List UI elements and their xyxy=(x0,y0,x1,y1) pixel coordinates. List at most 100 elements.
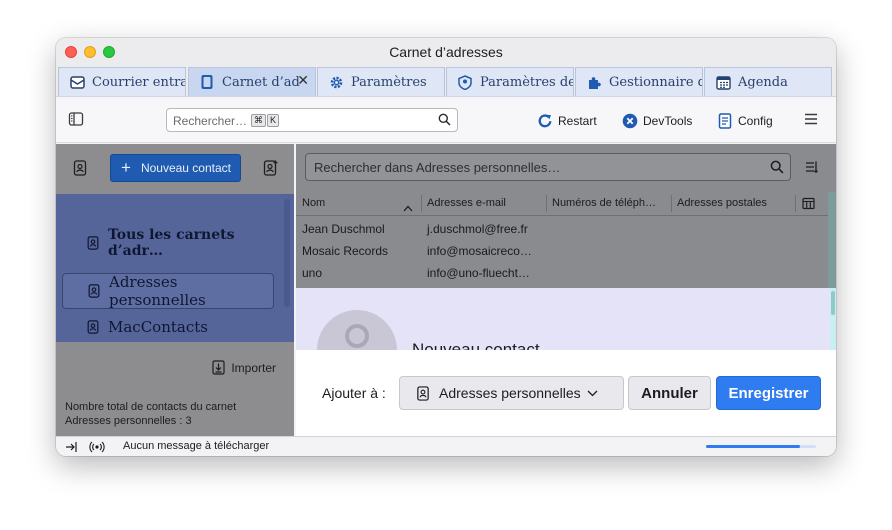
add-to-label: Ajouter à : xyxy=(322,385,386,401)
tab-label: Carnet d’ad xyxy=(222,74,300,90)
contacts-search-input[interactable]: Rechercher dans Adresses personnelles… xyxy=(305,153,791,181)
main-toolbar: Rechercher… ⌘ K Restart DevTools Config xyxy=(56,98,836,143)
devtools-button[interactable]: DevTools xyxy=(622,111,692,131)
contact-name: Mosaic Records xyxy=(302,244,389,258)
tab-settings[interactable]: Paramètres xyxy=(317,67,445,96)
address-book-icon xyxy=(88,284,100,298)
tab-label: Paramètres xyxy=(351,74,427,90)
book-item-personal[interactable]: Adresses personnelles xyxy=(62,273,274,309)
table-row[interactable]: Mosaic Records info@mosaicreco… xyxy=(296,240,836,262)
book-item-label: Adresses personnelles xyxy=(109,273,206,309)
address-book-select-value: Adresses personnelles xyxy=(439,385,581,401)
restart-button[interactable]: Restart xyxy=(537,111,597,131)
address-book-icon xyxy=(199,74,215,90)
column-divider xyxy=(671,195,672,212)
document-icon xyxy=(717,113,733,129)
progress-bar xyxy=(706,445,816,448)
sidebar-toggle-icon[interactable] xyxy=(68,111,84,132)
contact-email: info@mosaicreco… xyxy=(427,244,532,258)
column-header-address[interactable]: Adresses postales xyxy=(677,197,767,209)
restart-label: Restart xyxy=(558,114,597,128)
column-header-name[interactable]: Nom xyxy=(302,197,325,209)
tab-label: Gestionnaire d xyxy=(609,74,702,90)
shortcut-key-k: K xyxy=(267,114,280,127)
count-line-1: Nombre total de contacts du carnet xyxy=(65,401,237,413)
contact-name: uno xyxy=(302,266,323,280)
tab-addons-manager[interactable]: Gestionnaire d xyxy=(575,67,703,96)
list-scrollbar[interactable] xyxy=(828,192,836,292)
search-icon xyxy=(438,113,451,131)
book-item-label: Tous les carnets d’adr… xyxy=(108,227,235,259)
person-placeholder-icon xyxy=(345,324,369,348)
new-contact-button[interactable]: + Nouveau contact xyxy=(110,154,241,182)
table-row[interactable]: uno info@uno-fluecht… xyxy=(296,262,836,284)
puzzle-icon xyxy=(586,74,602,90)
collapse-sidebar-icon[interactable] xyxy=(65,440,77,456)
cancel-button[interactable]: Annuler xyxy=(628,376,711,410)
title-bar: Carnet d’adresses xyxy=(56,38,836,66)
address-book-icon xyxy=(87,320,99,334)
avatar[interactable] xyxy=(317,310,397,350)
hamburger-menu-icon[interactable] xyxy=(804,112,818,130)
chevron-down-icon xyxy=(587,390,598,396)
status-bar: Aucun message à télécharger xyxy=(56,436,836,456)
config-button[interactable]: Config xyxy=(717,111,773,131)
contacts-search-placeholder: Rechercher dans Adresses personnelles… xyxy=(314,160,561,175)
save-contact-bar: Ajouter à : Adresses personnelles Annule… xyxy=(296,350,836,436)
column-header-row: Nom Adresses e-mail Numéros de téléph… A… xyxy=(296,192,836,216)
new-contact-label: Nouveau contact xyxy=(140,161,231,175)
sidebar-scrollbar[interactable] xyxy=(284,199,290,307)
gear-icon xyxy=(328,74,344,90)
window-title: Carnet d’adresses xyxy=(389,44,503,60)
address-book-select[interactable]: Adresses personnelles xyxy=(399,376,624,410)
contact-edit-card: Nouveau contact xyxy=(296,288,830,350)
contact-count: Nombre total de contacts du carnet Adres… xyxy=(65,400,236,428)
new-address-book-icon[interactable] xyxy=(263,160,279,181)
address-book-options-icon[interactable] xyxy=(73,160,87,181)
count-line-2: Adresses personnelles : 3 xyxy=(65,415,192,427)
tab-bar: Courrier entra Carnet d’ad ✕ Paramètres … xyxy=(56,66,836,97)
column-divider xyxy=(546,195,547,212)
book-item-all[interactable]: Tous les carnets d’adr… xyxy=(62,227,274,259)
account-settings-icon xyxy=(457,74,473,90)
card-scrollbar-thumb[interactable] xyxy=(831,291,835,315)
address-book-icon xyxy=(87,236,99,250)
import-icon xyxy=(212,360,225,375)
contact-name: Jean Duschmol xyxy=(302,222,385,236)
contact-email: info@uno-fluecht… xyxy=(427,266,530,280)
book-item-maccontacts[interactable]: MacContacts xyxy=(62,316,274,338)
column-header-phone[interactable]: Numéros de téléph… xyxy=(552,197,656,209)
shortcut-key-cmd: ⌘ xyxy=(251,114,266,127)
config-label: Config xyxy=(738,114,773,128)
tab-address-book[interactable]: Carnet d’ad ✕ xyxy=(188,67,316,96)
contact-email: j.duschmol@free.fr xyxy=(427,222,528,236)
mail-icon xyxy=(69,74,85,90)
column-divider xyxy=(421,195,422,212)
close-tab-icon[interactable]: ✕ xyxy=(297,73,309,89)
contact-card-title: Nouveau contact xyxy=(412,340,540,350)
tab-label: Paramètres de xyxy=(480,74,573,90)
global-search-input[interactable]: Rechercher… ⌘ K xyxy=(166,108,458,132)
plus-icon: + xyxy=(121,158,131,177)
tab-account-settings[interactable]: Paramètres de xyxy=(446,67,574,96)
column-picker-icon[interactable] xyxy=(802,197,815,215)
devtools-icon xyxy=(622,113,638,129)
calendar-icon xyxy=(715,74,731,90)
import-label: Importer xyxy=(231,360,276,375)
online-status-icon[interactable] xyxy=(89,440,105,456)
tab-mail[interactable]: Courrier entra xyxy=(58,67,186,96)
book-item-label: MacContacts xyxy=(108,318,208,336)
address-book-sidebar: + Nouveau contact Tous les carnets d’adr… xyxy=(56,144,294,436)
tab-calendar[interactable]: Agenda xyxy=(704,67,832,96)
table-row[interactable]: Jean Duschmol j.duschmol@free.fr xyxy=(296,218,836,240)
tab-label: Agenda xyxy=(738,74,788,90)
search-icon xyxy=(770,160,784,179)
save-button[interactable]: Enregistrer xyxy=(716,376,821,410)
sort-ascending-icon xyxy=(403,199,413,217)
sidebar-toolbar: + Nouveau contact xyxy=(56,144,294,192)
column-header-email[interactable]: Adresses e-mail xyxy=(427,197,506,209)
progress-bar-fill xyxy=(706,445,800,448)
list-display-options-icon[interactable] xyxy=(805,160,819,179)
import-button[interactable]: Importer xyxy=(212,360,276,375)
status-message: Aucun message à télécharger xyxy=(123,440,270,452)
